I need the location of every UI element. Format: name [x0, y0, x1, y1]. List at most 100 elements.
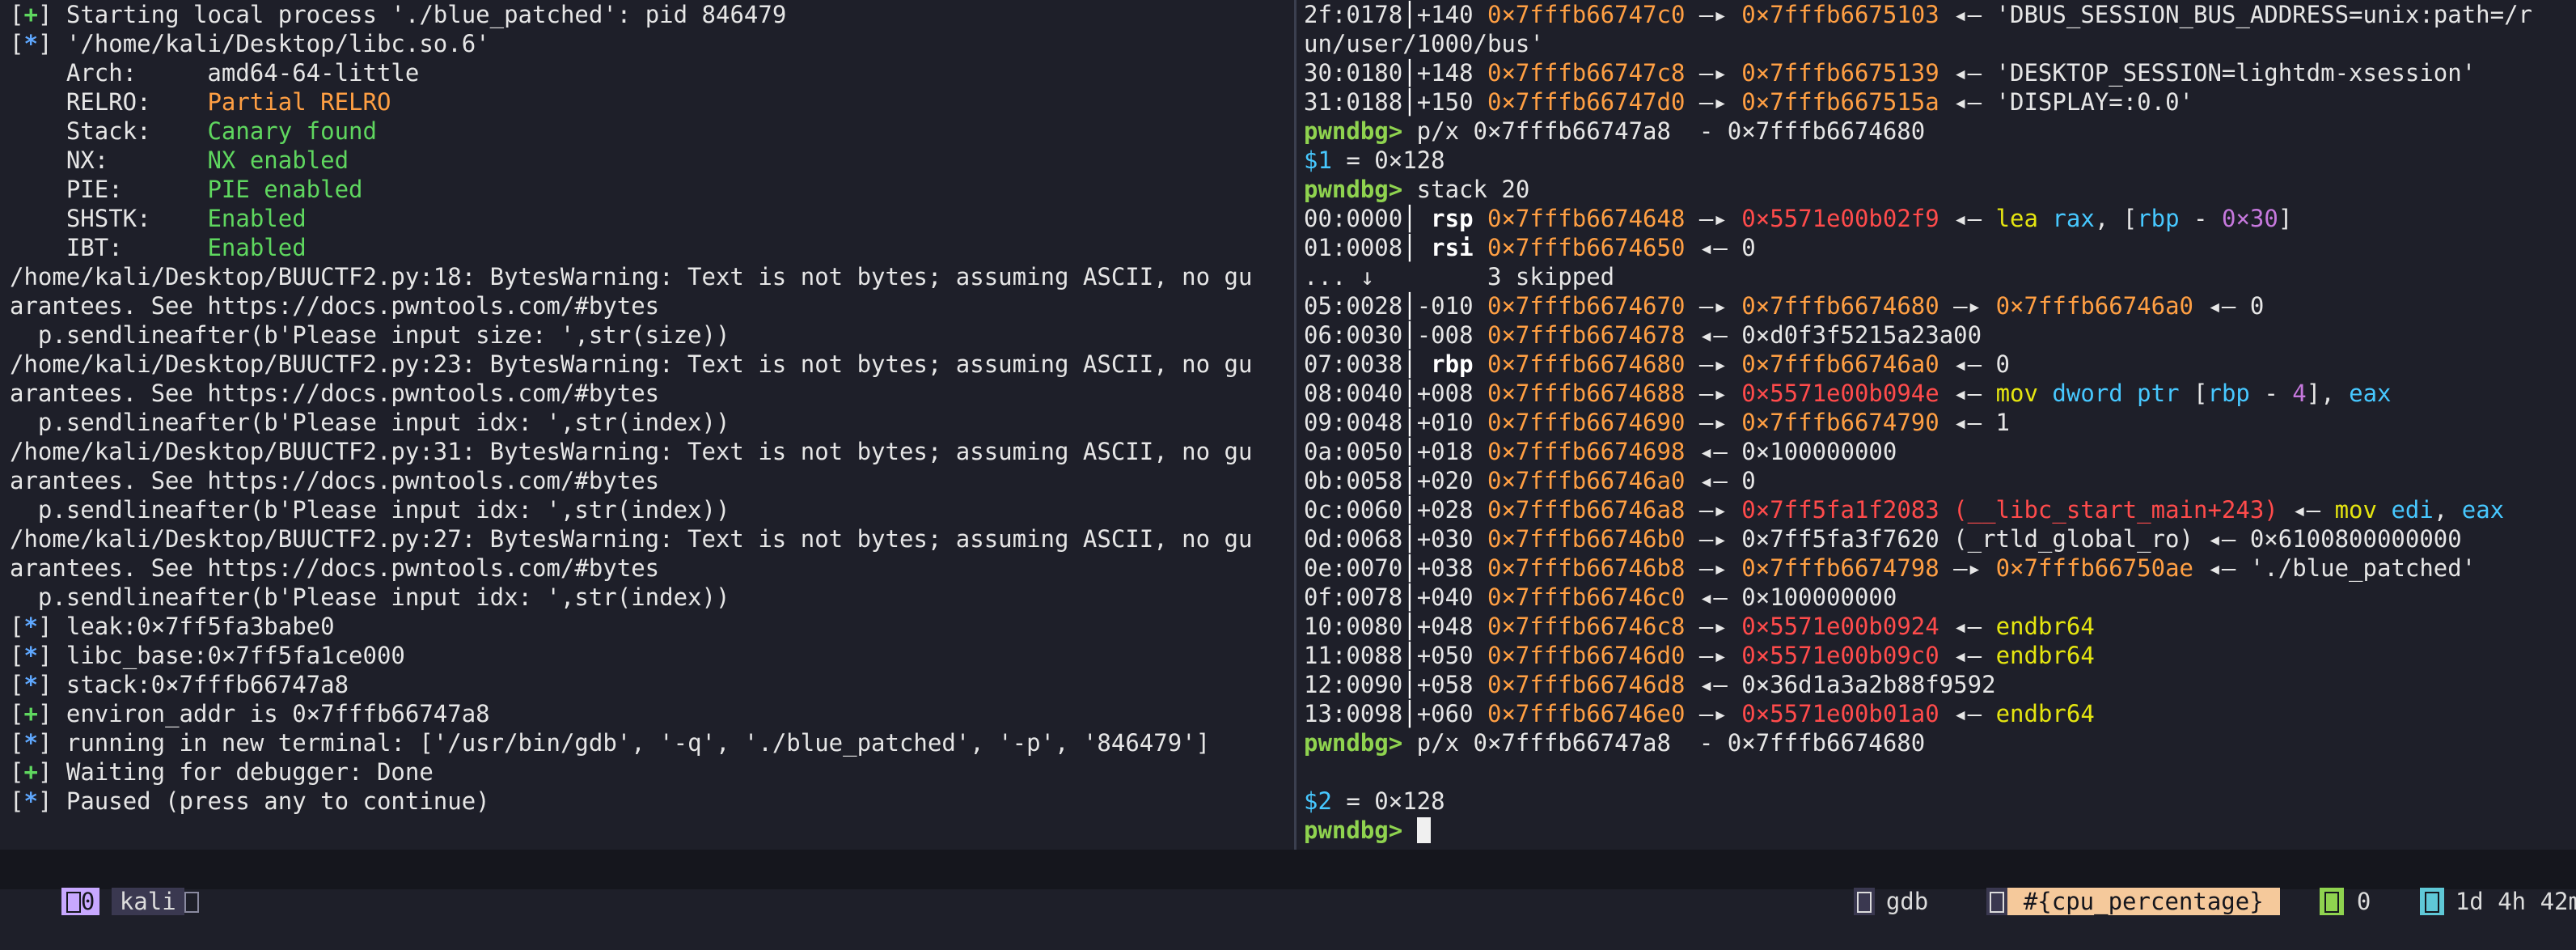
- terminal-text: 0×7fffb66747c8: [1487, 59, 1686, 87]
- terminal-text: 0b:0058: [1304, 467, 1403, 494]
- terminal-text: ◂— 0: [1685, 234, 1756, 261]
- text-cursor[interactable]: [1416, 817, 1431, 843]
- terminal-text: +150: [1416, 88, 1487, 116]
- terminal-text: , [: [2094, 205, 2138, 232]
- terminal-text: 0×7fffb66747d0: [1487, 88, 1686, 116]
- terminal-text: ◂— 0×100000000: [1685, 583, 1897, 611]
- load-icon: [2324, 892, 2339, 913]
- terminal-text: 0×7fffb6674678: [1487, 321, 1686, 349]
- terminal-text: edi: [2391, 496, 2434, 524]
- terminal-text: ] Paused (press any to continue): [37, 787, 490, 815]
- terminal-text: [: [10, 30, 24, 57]
- terminal-line: [*] '/home/kali/Desktop/libc.so.6': [10, 29, 1286, 58]
- terminal-line: 0c:0060│+028 0×7fffb66746a8 —▸ 0×7ff5fa1…: [1304, 495, 2570, 524]
- terminal-text: ] Starting local process './blue_patched…: [37, 1, 787, 28]
- terminal-line: 0f:0078│+040 0×7fffb66746c0 ◂— 0×1000000…: [1304, 583, 2570, 612]
- terminal-line: $1 = 0×128: [1304, 146, 2570, 175]
- terminal-text: p.sendlineafter(b'Please input idx: ',st…: [10, 496, 730, 524]
- terminal-text: [: [10, 1, 24, 28]
- terminal-text: p/x 0×7fffb66747a8 - 0×7fffb6674680: [1402, 117, 1926, 145]
- terminal-line: 30:0180│+148 0×7fffb66747c8 —▸ 0×7fffb66…: [1304, 58, 2570, 87]
- terminal-text: [: [10, 700, 24, 727]
- terminal-text: /home/kali/Desktop/BUUCTF2.py:18: BytesW…: [10, 263, 1253, 291]
- terminal-text: │: [1402, 205, 1417, 232]
- terminal-line: 2f:0178│+140 0×7fffb66747c0 —▸ 0×7fffb66…: [1304, 0, 2570, 29]
- terminal-text: —▸: [1685, 642, 1742, 669]
- terminal-text: —▸: [1685, 59, 1742, 87]
- terminal-text: eax: [2461, 496, 2505, 524]
- terminal-text: dword ptr: [2052, 380, 2180, 407]
- terminal-line: /home/kali/Desktop/BUUCTF2.py:31: BytesW…: [10, 437, 1286, 466]
- terminal-text: │: [1402, 496, 1417, 524]
- terminal-text: [: [10, 729, 24, 757]
- terminal-line: RELRO: Partial RELRO: [10, 87, 1286, 117]
- terminal-text: [: [2179, 380, 2208, 407]
- terminal-text: 0×7fffb6674690: [1487, 409, 1686, 436]
- terminal-line: p.sendlineafter(b'Please input size: ',s…: [10, 320, 1286, 350]
- terminal-text: endbr64: [1995, 700, 2095, 727]
- terminal-line: [+] Starting local process './blue_patch…: [10, 0, 1286, 29]
- terminal-text: —▸: [1939, 554, 1996, 582]
- terminal-text: │: [1402, 234, 1417, 261]
- terminal-line: [*] libc_base:0×7ff5fa1ce000: [10, 641, 1286, 670]
- terminal-text: ◂—: [1939, 205, 1996, 232]
- terminal-text: 10:0080: [1304, 613, 1403, 640]
- terminal-text: +020: [1416, 467, 1487, 494]
- terminal-text: rsi: [1416, 234, 1487, 261]
- terminal-text: │: [1402, 59, 1417, 87]
- terminal-text: 13:0098: [1304, 700, 1403, 727]
- terminal-text: 0×30: [2221, 205, 2278, 232]
- terminal-line: 0b:0058│+020 0×7fffb66746a0 ◂— 0: [1304, 466, 2570, 495]
- terminal-text: ◂— 'DISPLAY=:0.0': [1939, 88, 2193, 116]
- terminal-text: Stack:: [10, 117, 208, 145]
- terminal-text: │: [1402, 700, 1417, 727]
- terminal-line: /home/kali/Desktop/BUUCTF2.py:18: BytesW…: [10, 262, 1286, 291]
- terminal-text: *: [23, 787, 38, 815]
- right-gdb-pane[interactable]: 2f:0178│+140 0×7fffb66747c0 —▸ 0×7fffb66…: [1304, 0, 2570, 850]
- tmux-status-bar: 0 kali gdb #{cpu_percentage} 0 1d 4h 42m: [0, 850, 2576, 915]
- terminal-line: ... ↓ 3 skipped: [1304, 262, 2570, 291]
- uptime-value: 1d 4h 42m: [2455, 888, 2576, 915]
- terminal-text: NX enabled: [207, 146, 349, 174]
- terminal-line: pwndbg> p/x 0×7fffb66747a8 - 0×7fffb6674…: [1304, 117, 2570, 146]
- terminal-text: │: [1402, 350, 1417, 378]
- terminal-text: —▸: [1685, 409, 1742, 436]
- terminal-text: 11:0088: [1304, 642, 1403, 669]
- pane-divider[interactable]: [1294, 0, 1296, 850]
- session-name-tab[interactable]: kali: [55, 853, 199, 915]
- terminal-text: pwndbg>: [1304, 117, 1403, 145]
- terminal-text: PIE:: [10, 176, 208, 203]
- terminal-text: 0×7fffb66746d8: [1487, 671, 1686, 698]
- terminal-text: -: [2179, 205, 2222, 232]
- terminal-text: 0c:0060: [1304, 496, 1403, 524]
- terminal-line: PIE: PIE enabled: [10, 175, 1286, 204]
- terminal-text: /home/kali/Desktop/BUUCTF2.py:23: BytesW…: [10, 350, 1253, 378]
- terminal-text: 0×7fffb6674648: [1487, 205, 1686, 232]
- terminal-text: [: [10, 787, 24, 815]
- terminal-text: ◂— 'DBUS_SESSION_BUS_ADDRESS=unix:path=/…: [1939, 1, 2533, 28]
- terminal-text: mov: [2334, 496, 2377, 524]
- terminal-text: ◂— 'DESKTOP_SESSION=lightdm-xsession': [1939, 59, 2477, 87]
- terminal-text: 0×7fffb66750ae: [1995, 554, 2193, 582]
- terminal-text: ] environ_addr is 0×7fffb66747a8: [37, 700, 490, 727]
- terminal-line: arantees. See https://docs.pwntools.com/…: [10, 553, 1286, 583]
- terminal-text: +050: [1416, 642, 1487, 669]
- terminal-text: ] running in new terminal: ['/usr/bin/gd…: [37, 729, 1211, 757]
- terminal-text: 0×7fffb66746b8: [1487, 554, 1686, 582]
- terminal-text: +018: [1416, 438, 1487, 465]
- terminal-text: rax: [2052, 205, 2095, 232]
- terminal-text: rbp: [1416, 350, 1487, 378]
- terminal-text: —▸: [1685, 700, 1742, 727]
- terminal-text: —▸: [1685, 292, 1742, 320]
- terminal-text: 0×7fffb6674688: [1487, 380, 1686, 407]
- uptime-indicator: 1d 4h 42m: [2363, 853, 2576, 915]
- terminal-text: 0×7fffb66746a0: [1741, 350, 1939, 378]
- terminal-text: │: [1402, 467, 1417, 494]
- terminal-text: —▸: [1685, 496, 1742, 524]
- terminal-text: +: [23, 1, 38, 28]
- terminal-line: p.sendlineafter(b'Please input idx: ',st…: [10, 408, 1286, 437]
- left-terminal-pane[interactable]: [+] Starting local process './blue_patch…: [10, 0, 1286, 850]
- terminal-text: ] '/home/kali/Desktop/libc.so.6': [37, 30, 490, 57]
